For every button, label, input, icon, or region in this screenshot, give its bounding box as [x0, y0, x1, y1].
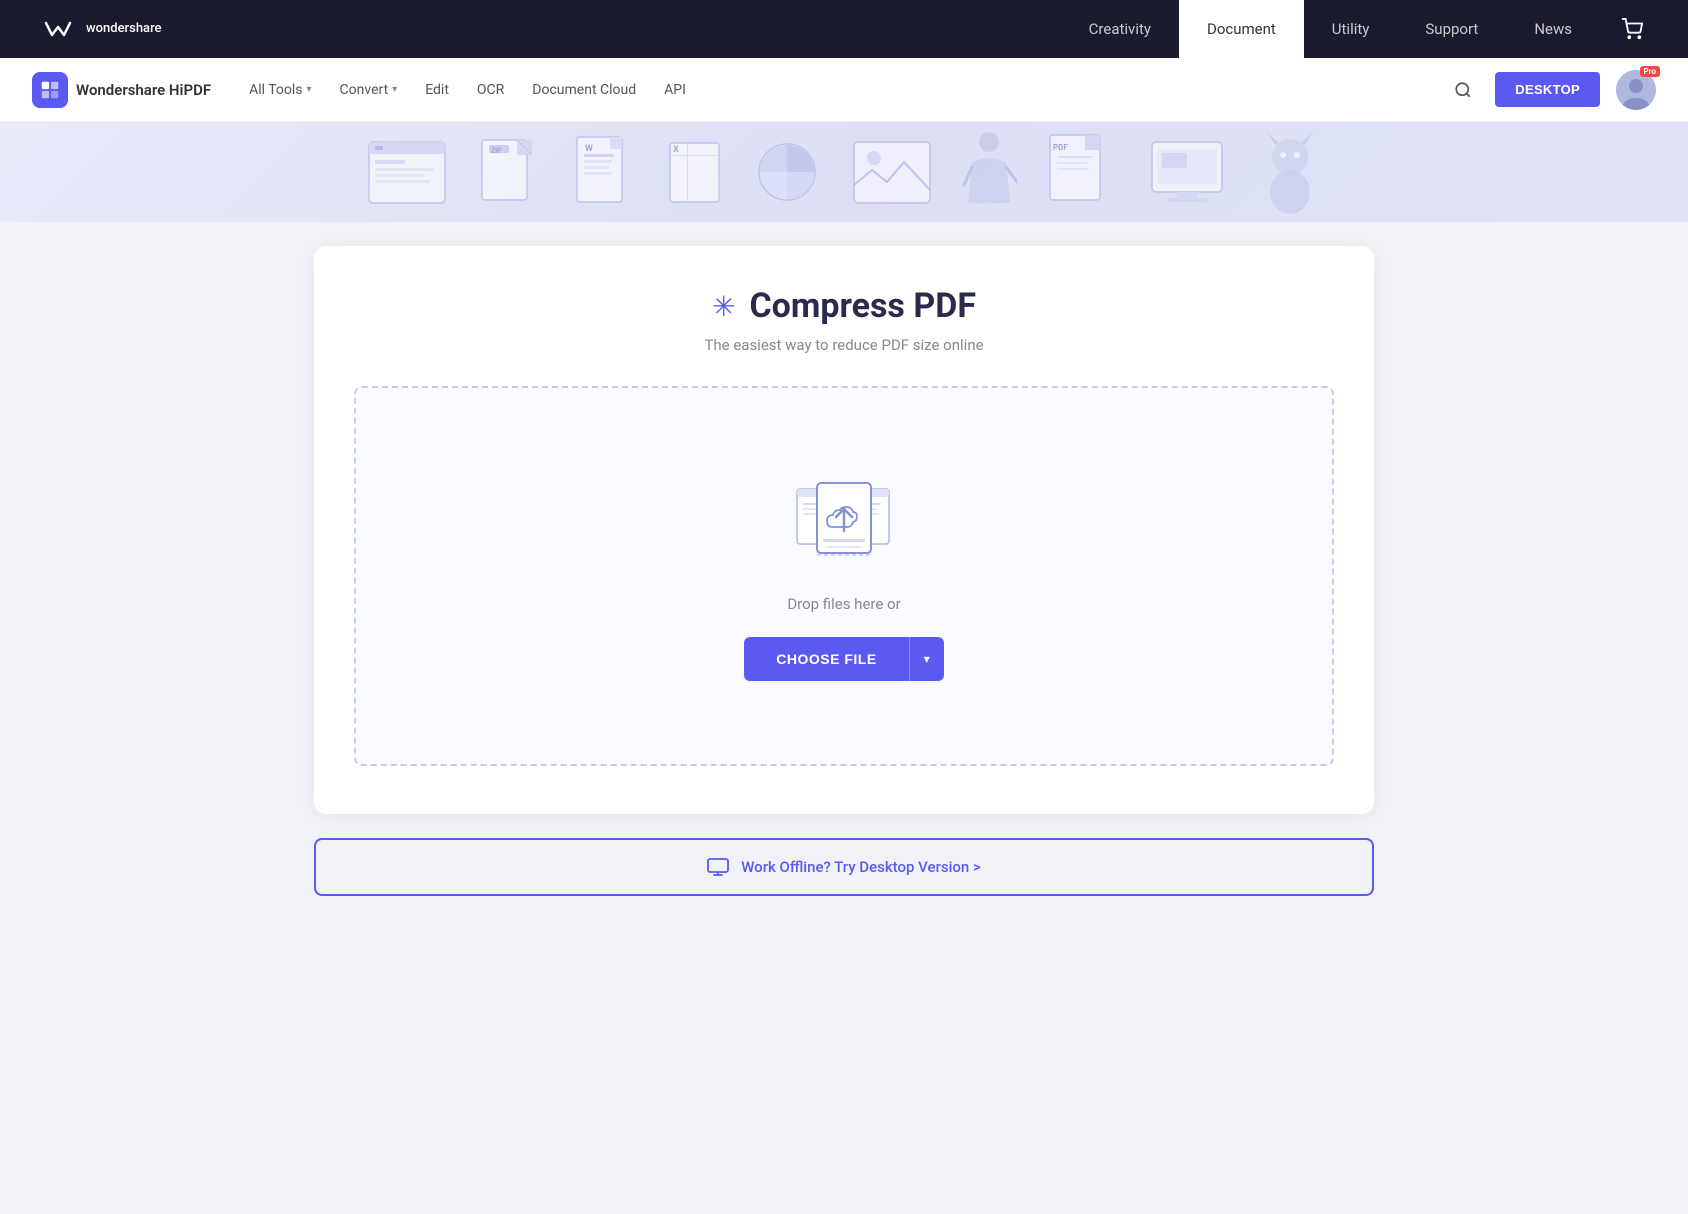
nav-api[interactable]: API	[650, 58, 700, 122]
secondary-nav-right: DESKTOP Pro	[1447, 70, 1656, 110]
svg-text:X: X	[673, 145, 679, 155]
hipdf-logo-icon	[32, 72, 68, 108]
top-navigation: wondershare Creativity Document Utility …	[0, 0, 1688, 58]
hipdf-brand-logo[interactable]: Wondershare HiPDF	[32, 72, 211, 108]
desktop-button[interactable]: DESKTOP	[1495, 72, 1600, 107]
nav-ocr[interactable]: OCR	[463, 58, 518, 122]
top-nav-creativity[interactable]: Creativity	[1061, 0, 1179, 58]
offline-banner[interactable]: Work Offline? Try Desktop Version >	[314, 838, 1374, 896]
convert-chevron: ▾	[392, 84, 397, 95]
choose-file-wrapper: CHOOSE FILE ▾	[744, 637, 943, 681]
main-content: ✳ Compress PDF The easiest way to reduce…	[0, 222, 1688, 1214]
pro-badge: Pro	[1640, 66, 1660, 77]
upload-illustration	[789, 471, 899, 571]
page-title: Compress PDF	[749, 286, 976, 326]
choose-file-dropdown-button[interactable]: ▾	[909, 637, 944, 681]
nav-document-cloud[interactable]: Document Cloud	[518, 58, 650, 122]
hero-illustrations: ZIP W X	[367, 127, 1322, 217]
page-subtitle: The easiest way to reduce PDF size onlin…	[354, 336, 1334, 354]
wondershare-logo[interactable]: wondershare	[40, 11, 162, 47]
content-card: ✳ Compress PDF The easiest way to reduce…	[314, 246, 1374, 814]
nav-all-tools[interactable]: All Tools ▾	[235, 58, 325, 122]
hero-banner: ZIP W X	[0, 122, 1688, 222]
file-drop-zone[interactable]: Drop files here or CHOOSE FILE ▾	[354, 386, 1334, 766]
svg-text:PDF: PDF	[1053, 143, 1068, 152]
drop-text: Drop files here or	[787, 595, 900, 613]
all-tools-chevron: ▾	[307, 84, 312, 95]
nav-convert[interactable]: Convert ▾	[326, 58, 412, 122]
top-nav-document[interactable]: Document	[1179, 0, 1304, 58]
top-nav-utility[interactable]: Utility	[1304, 0, 1398, 58]
svg-text:W: W	[585, 144, 593, 154]
compress-icon: ✳	[712, 290, 735, 323]
choose-file-button[interactable]: CHOOSE FILE	[744, 637, 908, 681]
nav-edit[interactable]: Edit	[411, 58, 463, 122]
user-avatar-container[interactable]: Pro	[1616, 70, 1656, 110]
top-nav-support[interactable]: Support	[1397, 0, 1506, 58]
svg-text:ZIP: ZIP	[491, 147, 502, 155]
brand-name: wondershare	[86, 21, 162, 37]
monitor-icon	[707, 858, 729, 876]
top-nav-links: Creativity Document Utility Support News	[1061, 0, 1648, 58]
page-title-section: ✳ Compress PDF The easiest way to reduce…	[354, 286, 1334, 354]
top-nav-news[interactable]: News	[1506, 0, 1600, 58]
search-icon[interactable]	[1447, 74, 1479, 106]
secondary-navigation: Wondershare HiPDF All Tools ▾ Convert ▾ …	[0, 58, 1688, 122]
hipdf-brand-name: Wondershare HiPDF	[76, 81, 211, 99]
offline-text: Work Offline? Try Desktop Version >	[741, 858, 981, 876]
cart-icon[interactable]	[1616, 13, 1648, 45]
